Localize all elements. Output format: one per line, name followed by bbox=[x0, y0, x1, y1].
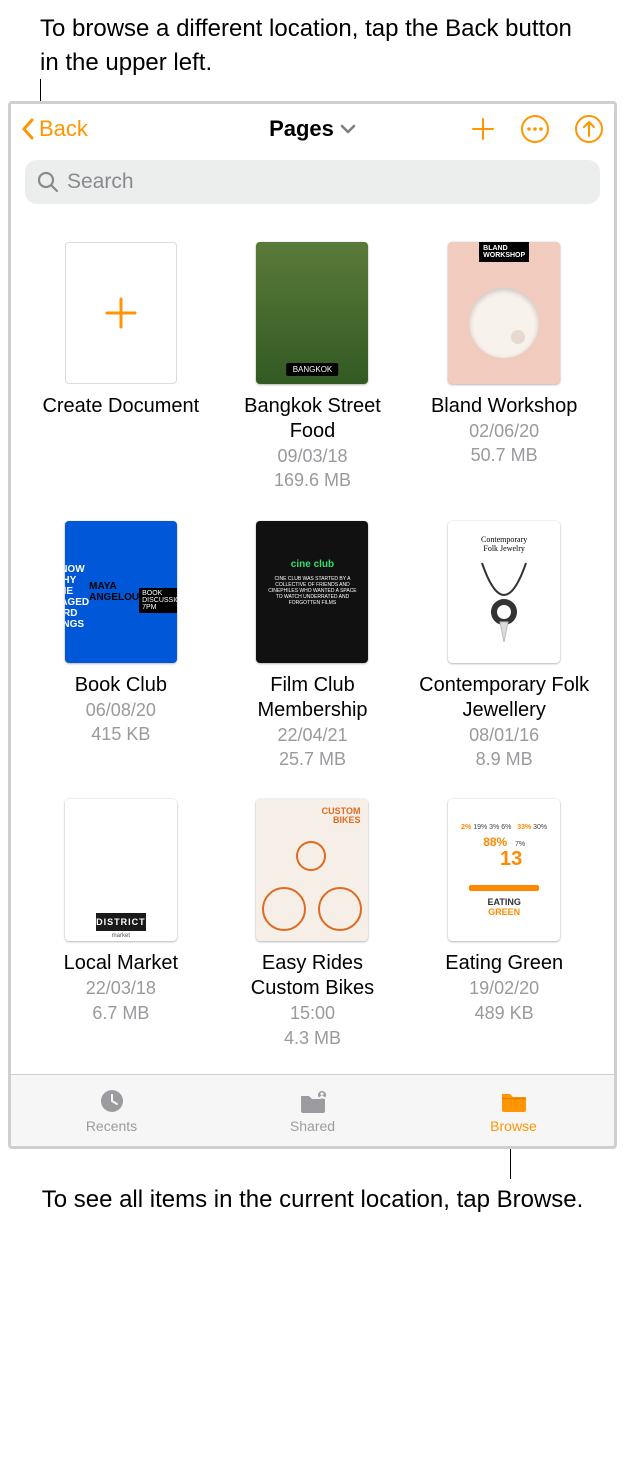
document-tile[interactable]: BLANDWORKSHOP Bland Workshop 02/06/20 50… bbox=[418, 242, 590, 493]
document-date: 19/02/20 bbox=[469, 976, 539, 1000]
document-thumbnail: BLANDWORKSHOP bbox=[448, 242, 560, 384]
callout-leader-line bbox=[510, 1149, 625, 1179]
back-button-label: Back bbox=[39, 116, 88, 142]
upload-button[interactable] bbox=[574, 114, 604, 144]
document-tile[interactable]: I KNOW WHYTHE CAGEDBIRD SINGS MAYAANGELO… bbox=[35, 521, 207, 772]
document-date: 22/03/18 bbox=[86, 976, 156, 1000]
document-thumbnail bbox=[256, 242, 368, 384]
document-tile[interactable]: cine club CINE CLUB WAS STARTED BY A COL… bbox=[227, 521, 399, 772]
back-button[interactable]: Back bbox=[21, 116, 88, 142]
new-document-button[interactable] bbox=[470, 116, 496, 142]
document-name: Eating Green bbox=[445, 951, 563, 976]
document-date: 15:00 bbox=[290, 1001, 335, 1025]
app-frame: Back Pages bbox=[8, 101, 617, 1149]
search-input[interactable]: Search bbox=[25, 160, 600, 204]
tab-label: Recents bbox=[86, 1118, 137, 1134]
create-document-label: Create Document bbox=[42, 394, 199, 419]
document-thumbnail: I KNOW WHYTHE CAGEDBIRD SINGS MAYAANGELO… bbox=[65, 521, 177, 663]
document-size: 50.7 MB bbox=[471, 443, 538, 467]
create-document-tile[interactable]: Create Document bbox=[35, 242, 207, 493]
documents-grid: Create Document Bangkok Street Food 09/0… bbox=[11, 212, 614, 1074]
document-name: Easy Rides Custom Bikes bbox=[227, 951, 399, 1001]
document-size: 489 KB bbox=[475, 1001, 534, 1025]
document-size: 4.3 MB bbox=[284, 1026, 341, 1050]
document-thumbnail: 2% 19% 3% 6% 33% 30% 88% 7% 13 EATINGGRE… bbox=[448, 799, 560, 941]
tab-shared[interactable]: Shared bbox=[212, 1075, 413, 1146]
arrow-up-circle-icon bbox=[574, 114, 604, 144]
callout-top-text: To browse a different location, tap the … bbox=[0, 0, 625, 79]
document-thumbnail: DISTRICT market bbox=[65, 799, 177, 941]
document-name: Bangkok Street Food bbox=[227, 394, 399, 444]
search-placeholder: Search bbox=[67, 170, 134, 194]
document-name: Local Market bbox=[64, 951, 179, 976]
plus-icon bbox=[101, 293, 141, 333]
document-thumbnail: CUSTOMBIKES bbox=[256, 799, 368, 941]
shared-folder-icon bbox=[297, 1087, 329, 1115]
folder-title: Pages bbox=[269, 116, 334, 142]
document-name: Bland Workshop bbox=[431, 394, 577, 419]
chevron-left-icon bbox=[21, 118, 35, 140]
document-date: 08/01/16 bbox=[469, 723, 539, 747]
document-size: 169.6 MB bbox=[274, 468, 351, 492]
document-tile[interactable]: ContemporaryFolk Jewelry Contemporary Fo… bbox=[418, 521, 590, 772]
ellipsis-circle-icon bbox=[520, 114, 550, 144]
document-tile[interactable]: DISTRICT market Local Market 22/03/18 6.… bbox=[35, 799, 207, 1050]
callout-bottom-text: To see all items in the current location… bbox=[0, 1179, 625, 1229]
navigation-bar: Back Pages bbox=[11, 104, 614, 154]
tab-label: Shared bbox=[290, 1118, 335, 1134]
document-size: 6.7 MB bbox=[92, 1001, 149, 1025]
clock-icon bbox=[96, 1087, 128, 1115]
document-name: Book Club bbox=[75, 673, 167, 698]
folder-title-button[interactable]: Pages bbox=[269, 116, 356, 142]
document-date: 22/04/21 bbox=[277, 723, 347, 747]
document-name: Film Club Membership bbox=[227, 673, 399, 723]
callout-leader-line bbox=[40, 79, 625, 101]
document-size: 25.7 MB bbox=[279, 747, 346, 771]
tab-browse[interactable]: Browse bbox=[413, 1075, 614, 1146]
search-icon bbox=[37, 171, 59, 193]
document-size: 415 KB bbox=[91, 722, 150, 746]
more-options-button[interactable] bbox=[520, 114, 550, 144]
document-size: 8.9 MB bbox=[476, 747, 533, 771]
document-name: Contemporary Folk Jewellery bbox=[418, 673, 590, 723]
document-date: 02/06/20 bbox=[469, 419, 539, 443]
document-tile[interactable]: 2% 19% 3% 6% 33% 30% 88% 7% 13 EATINGGRE… bbox=[418, 799, 590, 1050]
tab-bar: Recents Shared Browse bbox=[11, 1074, 614, 1146]
document-thumbnail: ContemporaryFolk Jewelry bbox=[448, 521, 560, 663]
folder-icon bbox=[498, 1087, 530, 1115]
document-tile[interactable]: CUSTOMBIKES Easy Rides Custom Bikes 15:0… bbox=[227, 799, 399, 1050]
document-tile[interactable]: Bangkok Street Food 09/03/18 169.6 MB bbox=[227, 242, 399, 493]
tab-label: Browse bbox=[490, 1118, 537, 1134]
plus-icon bbox=[470, 116, 496, 142]
document-date: 06/08/20 bbox=[86, 698, 156, 722]
document-thumbnail: cine club CINE CLUB WAS STARTED BY A COL… bbox=[256, 521, 368, 663]
tab-recents[interactable]: Recents bbox=[11, 1075, 212, 1146]
chevron-down-icon bbox=[340, 124, 356, 134]
document-date: 09/03/18 bbox=[277, 444, 347, 468]
